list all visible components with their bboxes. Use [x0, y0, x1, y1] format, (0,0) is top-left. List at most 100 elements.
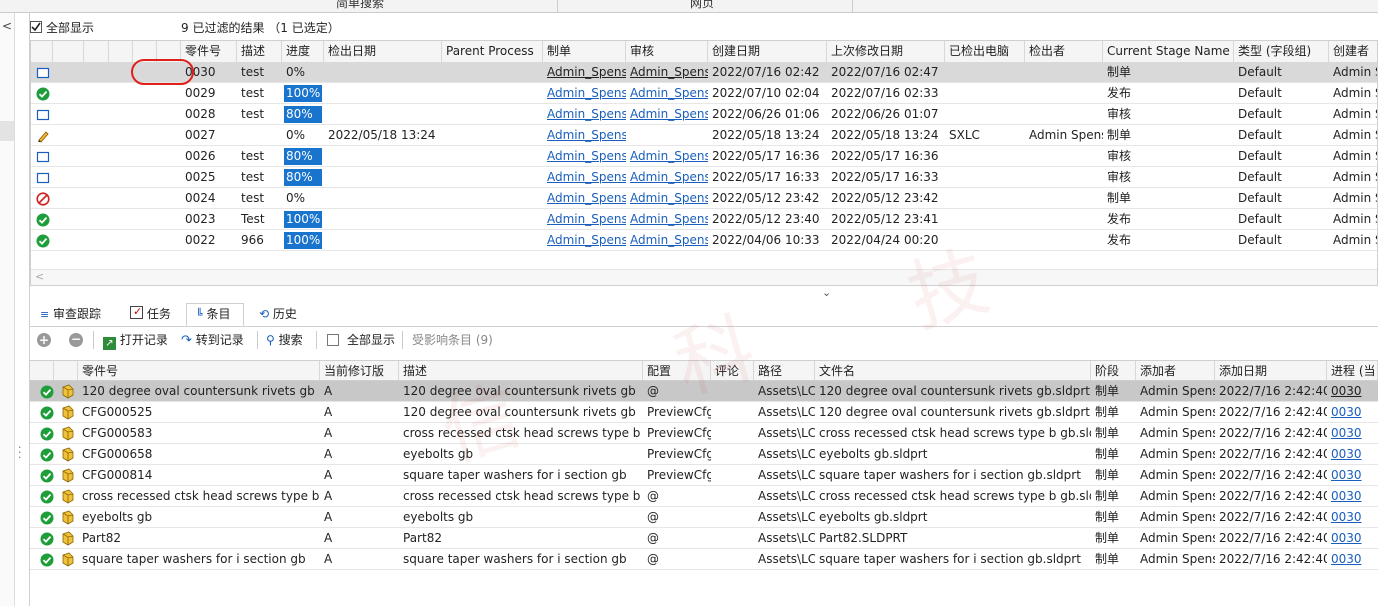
cell-reviewer[interactable]: Admin_Spens — [626, 104, 708, 124]
column-header[interactable]: 阶段 — [1091, 361, 1136, 380]
column-header[interactable]: 文件名 — [815, 361, 1091, 380]
list-item[interactable]: square taper washers for i section gb Asq… — [30, 549, 1378, 570]
table-row[interactable]: 0025 test 80% Admin_Spens Admin_Spens 2022/05… — [31, 167, 1377, 188]
table-row[interactable]: 0028 test 80% Admin_Spens Admin_Spens 2022/06… — [31, 104, 1377, 125]
goto-record-label: 转到记录 — [195, 333, 244, 347]
cell-text-cfg: @ — [647, 489, 659, 503]
remove-icon[interactable]: − — [69, 333, 83, 347]
column-header[interactable]: 审核 — [626, 41, 708, 62]
cell-maker[interactable]: Admin_Spens — [543, 167, 626, 187]
table-row[interactable]: 0023 Test 100% Admin_Spens Admin_Spens 2022/0… — [31, 209, 1377, 230]
cell-part: CFG000525 — [78, 402, 320, 422]
column-header[interactable]: 制单 — [543, 41, 626, 62]
list-item[interactable]: CFG000658 Aeyebolts gb PreviewCfg Assets\LC… — [30, 444, 1378, 465]
table-row[interactable]: 0024 test 0% Admin_Spens Admin_Spens 2022/05/… — [31, 188, 1377, 209]
toolbar-separator — [257, 331, 258, 349]
cell-maker[interactable]: Admin_Spens — [543, 209, 626, 229]
cell-reviewer[interactable]: Admin_Spens — [626, 188, 708, 208]
column-header[interactable]: 检出者 — [1025, 41, 1103, 62]
add-icon[interactable]: + — [37, 333, 51, 347]
list-item[interactable]: CFG000583 Across recessed ctsk head screw… — [30, 423, 1378, 444]
column-header[interactable]: 上次修改日期 — [827, 41, 945, 62]
splitter-chevron-icon[interactable]: ⌄ — [822, 286, 831, 299]
cell-proc[interactable]: 0030 — [1327, 528, 1378, 548]
list-item[interactable]: 120 degree oval countersunk rivets gb A 12… — [30, 381, 1378, 402]
column-header[interactable]: 配置 — [643, 361, 711, 380]
column-header[interactable]: 添加日期 — [1215, 361, 1327, 380]
cell-proc[interactable]: 0030 — [1327, 402, 1378, 422]
search-button[interactable]: ⚲ 搜索 — [266, 330, 303, 350]
list-item[interactable]: Part82 A Part82 @ Assets\LC Part82.SLDPRT 制单 Ad… — [30, 528, 1378, 549]
cell-file: square taper washers for i section gb.sl… — [815, 549, 1091, 569]
column-header[interactable]: 已检出电脑 — [945, 41, 1025, 62]
cell-maker[interactable]: Admin_Spens — [543, 146, 626, 166]
table-row[interactable]: 0026 test 80% Admin_Spens Admin_Spens 2022/05… — [31, 146, 1377, 167]
column-header[interactable]: 零件号 — [181, 41, 237, 62]
column-header[interactable]: 进度 — [282, 41, 324, 62]
cell-text-cfg: PreviewCfg — [647, 405, 711, 419]
list-item[interactable]: cross recessed ctsk head screws type b g… — [30, 486, 1378, 507]
scroll-left-icon[interactable]: < — [35, 270, 44, 283]
cell-maker[interactable]: Admin_Spens — [543, 104, 626, 124]
table-row[interactable]: 0029 test 100% Admin_Spens Admin_Spens 2022/0… — [31, 83, 1377, 104]
cell-maker[interactable]: Admin_Spens — [543, 62, 626, 82]
tab-audit-trail[interactable]: ≡ 审查跟踪 — [40, 304, 101, 324]
cell-reviewer[interactable]: Admin_Spens — [626, 83, 708, 103]
list-item[interactable]: CFG000814 Asquare taper washers for i sec… — [30, 465, 1378, 486]
column-header[interactable]: 零件号 — [78, 361, 320, 380]
tab-history[interactable]: ⟲ 历史 — [259, 304, 297, 324]
show-all-checkbox[interactable] — [30, 21, 42, 33]
cell-text-type: Default — [1238, 107, 1282, 121]
cell-rev: A — [320, 507, 399, 527]
column-header[interactable]: 描述 — [237, 41, 282, 62]
table-row[interactable]: 0027 0% 2022/05/18 13:24 Admin_Spens 2022/05… — [31, 125, 1377, 146]
table-row[interactable]: 0022 966 100% Admin_Spens Admin_Spens 2022/04… — [31, 230, 1377, 251]
cell-reviewer[interactable]: Admin_Spens — [626, 146, 708, 166]
toolbar-show-all-checkbox[interactable] — [327, 334, 339, 346]
tab-tasks[interactable]: ✓ 任务 — [130, 304, 171, 324]
column-header[interactable]: 路径 — [754, 361, 815, 380]
cell-maker[interactable]: Admin_Spens — [543, 188, 626, 208]
cell-reviewer[interactable]: Admin_Spens — [626, 230, 708, 250]
cell-maker[interactable]: Admin_Spens — [543, 83, 626, 103]
column-header[interactable]: 创建日期 — [708, 41, 827, 62]
column-header[interactable]: 创建者 — [1329, 41, 1377, 62]
cell-proc[interactable]: 0030 — [1327, 507, 1378, 527]
splitter-grip-icon[interactable]: · · · — [18, 442, 22, 463]
cell-proc[interactable]: 0030 — [1327, 423, 1378, 443]
cell-proc[interactable]: 0030 — [1327, 486, 1378, 506]
cell-reviewer[interactable]: Admin_Spens — [626, 167, 708, 187]
cell-maker[interactable]: Admin_Spens — [543, 125, 626, 145]
tab-items[interactable]: ╚ 条目 — [196, 304, 230, 324]
column-header[interactable]: Parent Process — [442, 41, 543, 62]
cell-proc[interactable]: 0030 — [1327, 549, 1378, 569]
column-header[interactable]: 检出日期 — [324, 41, 442, 62]
cell-proc[interactable]: 0030 — [1327, 444, 1378, 464]
document-icon — [36, 150, 50, 164]
column-header[interactable]: 描述 — [399, 361, 643, 380]
collapse-arrow-icon[interactable]: < — [2, 19, 12, 33]
column-header[interactable]: 进程 (当 — [1327, 361, 1378, 380]
cell-reviewer[interactable] — [626, 125, 708, 145]
checkmark-icon — [31, 22, 41, 32]
horizontal-scrollbar[interactable]: < — [31, 269, 1377, 285]
table-row[interactable]: 0030 test 0% Admin_Spens Admin_Spens 2022/07/… — [31, 62, 1377, 83]
simple-search-tab[interactable]: 简单搜索 — [336, 0, 384, 11]
cell-proc[interactable]: 0030 — [1327, 381, 1378, 401]
web-tab[interactable]: 网页 — [690, 0, 714, 11]
cell-proc[interactable]: 0030 — [1327, 465, 1378, 485]
goto-record-button[interactable]: ↷ 转到记录 — [181, 330, 244, 350]
cell-reviewer[interactable]: Admin_Spens — [626, 209, 708, 229]
cell-part: 0028 — [181, 104, 237, 124]
column-header[interactable]: 添加者 — [1136, 361, 1215, 380]
column-header[interactable]: 当前修订版 — [320, 361, 399, 380]
open-record-button[interactable]: ↗ 打开记录 — [103, 330, 168, 350]
cell-reviewer[interactable]: Admin_Spens — [626, 62, 708, 82]
list-item[interactable]: CFG000525 A 120 degree oval countersunk ri… — [30, 402, 1378, 423]
list-item[interactable]: eyebolts gb Aeyebolts gb @ Assets\LC eyebolt… — [30, 507, 1378, 528]
top-grid: 零件号 描述 进度 检出日期 Parent Process 制单 审核 创建日期 上次修改日期已… — [30, 40, 1378, 286]
column-header[interactable]: 评论 — [711, 361, 754, 380]
column-header[interactable]: 类型 (字段组) — [1234, 41, 1329, 62]
cell-maker[interactable]: Admin_Spens — [543, 230, 626, 250]
column-header[interactable]: Current Stage Name — [1103, 41, 1234, 62]
